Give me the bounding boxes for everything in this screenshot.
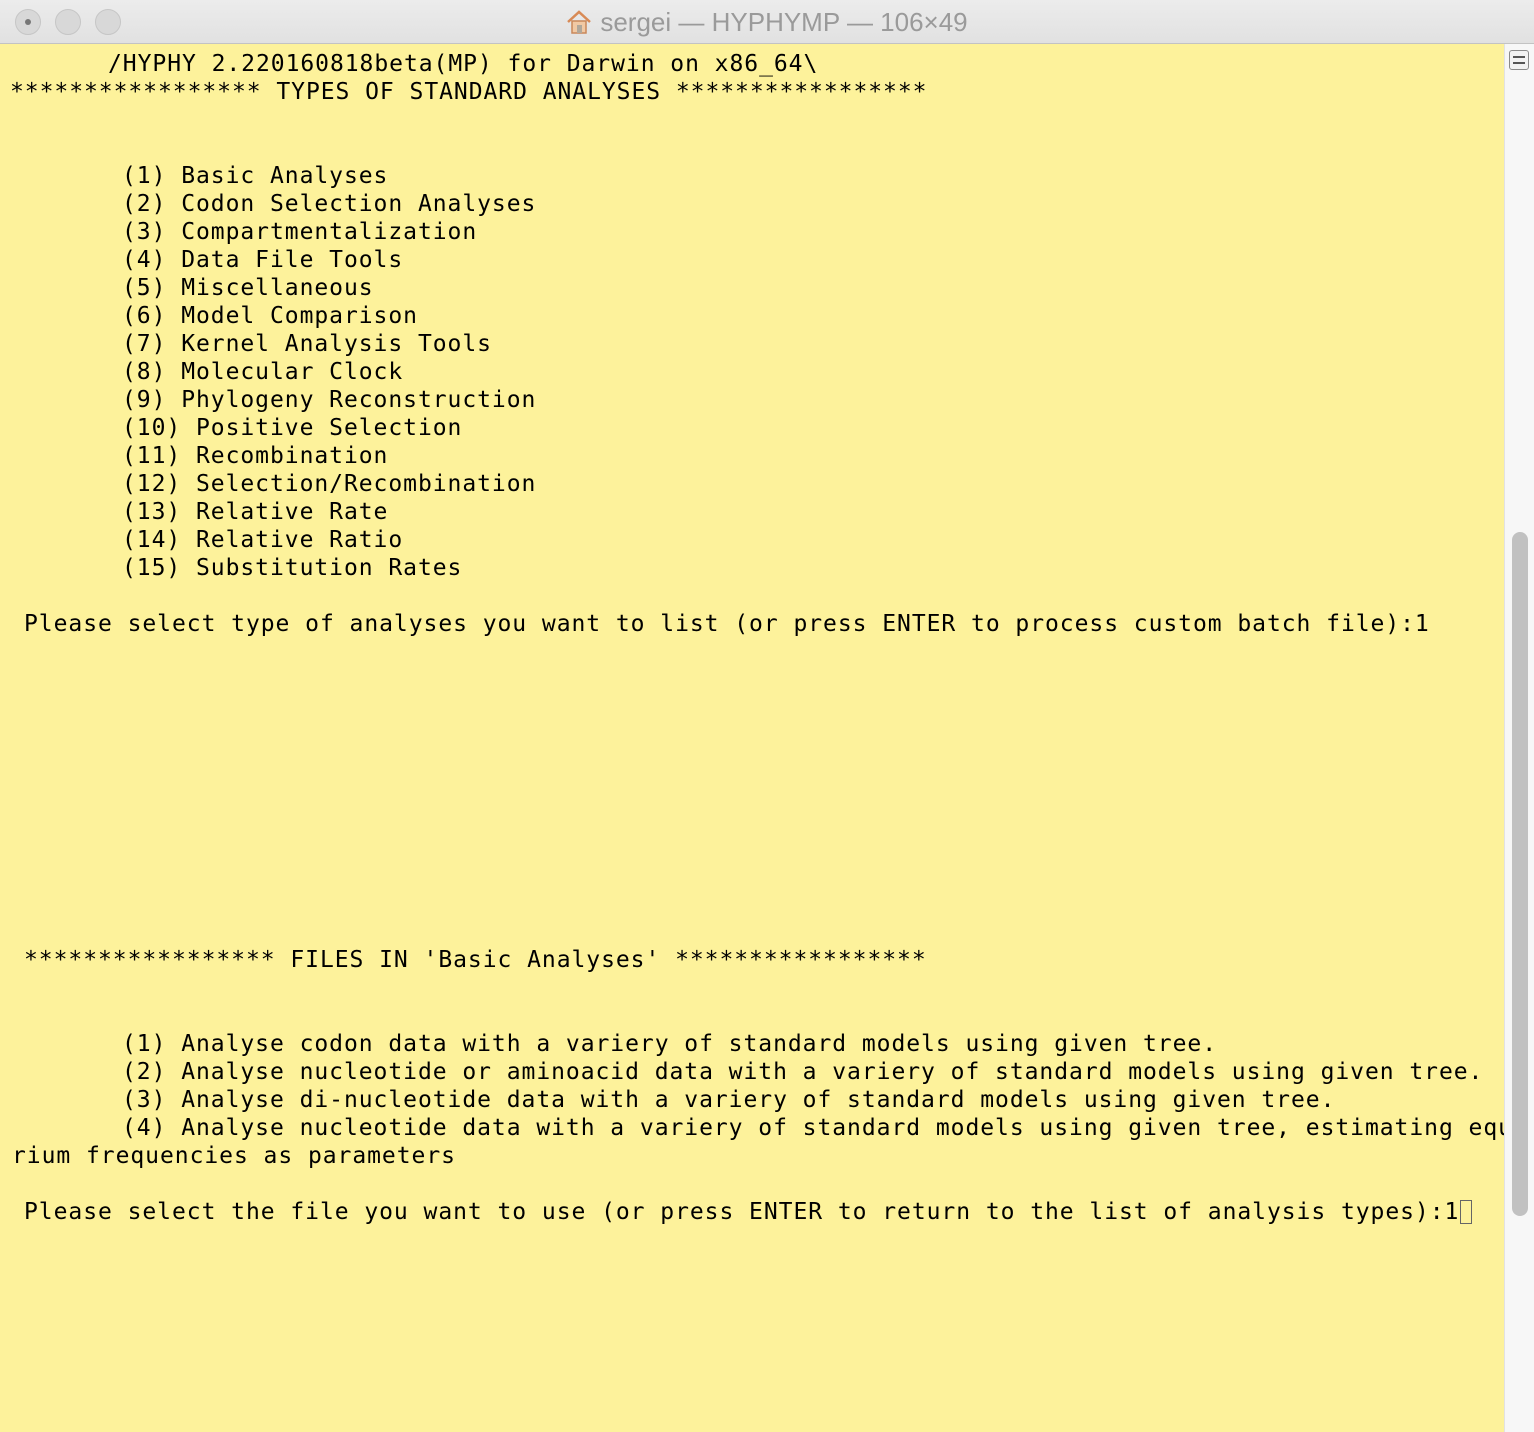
list-item: (11) Recombination bbox=[122, 443, 389, 469]
list-item: (14) Relative Ratio bbox=[122, 527, 404, 553]
home-icon bbox=[567, 10, 592, 34]
file-prompt-line: Please select the file you want to use (… bbox=[24, 1198, 1473, 1226]
list-item: (9) Phylogeny Reconstruction bbox=[122, 387, 537, 413]
list-item: (2) Analyse nucleotide or aminoacid data… bbox=[122, 1059, 1484, 1085]
type-prompt: Please select type of analyses you want … bbox=[24, 611, 1430, 637]
files-banner: ***************** FILES IN 'Basic Analys… bbox=[24, 947, 927, 973]
list-item: (3) Compartmentalization bbox=[122, 219, 478, 245]
window-title-text: sergei — HYPHYMP — 106×49 bbox=[600, 7, 968, 37]
list-item: (10) Positive Selection bbox=[122, 415, 463, 441]
list-item: (15) Substitution Rates bbox=[122, 555, 463, 581]
terminal-content[interactable]: /HYPHY 2.220160818beta(MP) for Darwin on… bbox=[0, 44, 1504, 1432]
list-item-wrap: rium frequencies as parameters bbox=[12, 1143, 456, 1169]
hyphy-version-line: /HYPHY 2.220160818beta(MP) for Darwin on… bbox=[108, 51, 819, 77]
list-item: (13) Relative Rate bbox=[122, 499, 389, 525]
list-item: (8) Molecular Clock bbox=[122, 359, 404, 385]
window-title: sergei — HYPHYMP — 106×49 bbox=[0, 6, 1534, 38]
list-item: (12) Selection/Recombination bbox=[122, 471, 537, 497]
file-prompt: Please select the file you want to use (… bbox=[24, 1199, 1460, 1225]
list-item: (2) Codon Selection Analyses bbox=[122, 191, 537, 217]
title-bar: sergei — HYPHYMP — 106×49 bbox=[0, 0, 1534, 44]
list-item: (7) Kernel Analysis Tools bbox=[122, 331, 492, 357]
list-item: (4) Analyse nucleotide data with a varie… bbox=[122, 1115, 1504, 1141]
split-pane-icon[interactable] bbox=[1509, 50, 1529, 70]
list-item: (5) Miscellaneous bbox=[122, 275, 374, 301]
text-cursor bbox=[1460, 1200, 1473, 1224]
types-banner: ***************** TYPES OF STANDARD ANAL… bbox=[10, 79, 928, 105]
list-item: (4) Data File Tools bbox=[122, 247, 404, 273]
list-item: (1) Basic Analyses bbox=[122, 163, 389, 189]
scrollbar-thumb[interactable] bbox=[1512, 532, 1528, 1216]
terminal-window: sergei — HYPHYMP — 106×49 /HYPHY 2.22016… bbox=[0, 0, 1534, 1432]
list-item: (1) Analyse codon data with a variery of… bbox=[122, 1031, 1217, 1057]
list-item: (3) Analyse di-nucleotide data with a va… bbox=[122, 1087, 1336, 1113]
list-item: (6) Model Comparison bbox=[122, 303, 418, 329]
